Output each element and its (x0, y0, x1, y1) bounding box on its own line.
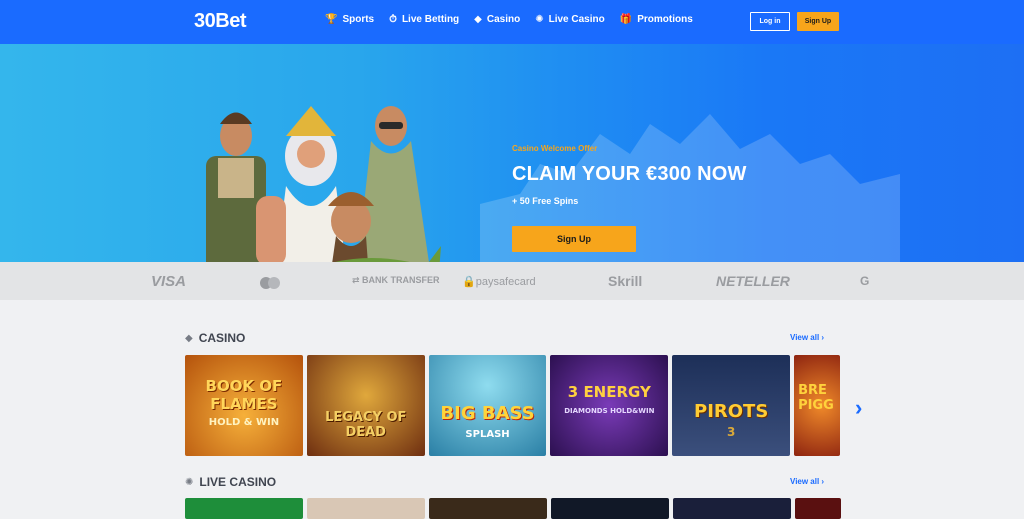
live-casino-section-title: LIVE CASINO (199, 475, 277, 489)
bank-transfer-logo: ⇄ BANK TRANSFER (352, 275, 440, 285)
roulette-icon: ✺ (535, 13, 544, 25)
game-tile-pirots-3[interactable]: PIROTS 3 (672, 355, 791, 456)
nav-sports[interactable]: 🏆 Sports (325, 14, 374, 25)
casino-section-header: ◆ CASINO (185, 331, 245, 345)
game-subtitle: 3 (726, 425, 736, 439)
casino-view-all-label: View all (790, 333, 820, 342)
nav-casino[interactable]: ◆ Casino (474, 14, 520, 25)
nav-sports-label: Sports (342, 14, 375, 25)
nav-live-betting[interactable]: ⏱ Live Betting (389, 14, 459, 25)
live-game-tile[interactable] (795, 498, 841, 519)
visa-logo: VISA (151, 273, 187, 290)
mastercard-logo (260, 276, 282, 294)
payment-methods-bar: VISA ⇄ BANK TRANSFER 🔒paysafecard Skrill… (0, 262, 1024, 300)
nav-promotions[interactable]: 🎁 Promotions (620, 14, 693, 25)
nav-live-casino[interactable]: ✺ Live Casino (535, 14, 605, 25)
live-game-tile[interactable] (307, 498, 425, 519)
game-tile-legacy-of-dead[interactable]: LEGACY OF DEAD (306, 355, 425, 456)
game-title: LEGACY OF DEAD (325, 410, 407, 440)
top-navbar: 30Bet 🏆 Sports ⏱ Live Betting ◆ Casino ✺… (0, 0, 1024, 44)
casino-view-all-link[interactable]: View all › (790, 333, 824, 342)
nav-promotions-label: Promotions (637, 14, 693, 25)
skrill-logo: Skrill (608, 273, 643, 289)
live-casino-view-all-link[interactable]: View all › (790, 477, 824, 486)
live-game-tile[interactable] (551, 498, 669, 519)
hero-title: CLAIM YOUR €300 NOW (512, 163, 747, 185)
live-game-tile[interactable] (429, 498, 547, 519)
game-title: 3 ENERGY (567, 383, 651, 401)
trophy-icon: 🏆 (325, 13, 338, 25)
nav-live-betting-label: Live Betting (401, 14, 460, 25)
diamond-icon: ◆ (185, 332, 193, 344)
live-casino-games-row (185, 498, 841, 519)
casino-section-title: CASINO (198, 331, 246, 345)
game-subtitle: HOLD & WIN (208, 417, 280, 428)
signup-button[interactable]: Sign Up (797, 12, 839, 31)
mastercard-icon (260, 277, 280, 289)
casino-games-row: BOOK OF FLAMES HOLD & WIN LEGACY OF DEAD… (185, 355, 840, 456)
chevron-right-icon[interactable]: › (855, 395, 862, 421)
login-button[interactable]: Log in (750, 12, 790, 31)
live-game-tile[interactable] (185, 498, 303, 519)
game-tile-book-of-flames[interactable]: BOOK OF FLAMES HOLD & WIN (185, 355, 303, 456)
hero-extra: + 50 Free Spins (512, 196, 579, 206)
game-tile-big-bass-splash[interactable]: BIG BASS SPLASH (428, 355, 547, 456)
hero-signup-button[interactable]: Sign Up (512, 226, 636, 252)
gift-icon: 🎁 (619, 13, 633, 25)
game-subtitle: SPLASH (465, 429, 510, 440)
game-tile-bre-pigg[interactable]: BRE PIGG (794, 355, 840, 456)
game-title: PIROTS (694, 401, 769, 422)
g-pay-logo: G (860, 274, 870, 288)
live-game-tile[interactable] (673, 498, 791, 519)
neteller-logo: NETELLER (716, 273, 790, 289)
game-subtitle: DIAMONDS HOLD&WIN (564, 407, 655, 415)
nav-live-casino-label: Live Casino (548, 14, 605, 25)
roulette-icon: ✺ (185, 476, 194, 488)
site-logo[interactable]: 30Bet (194, 10, 246, 33)
diamond-icon: ◆ (474, 13, 482, 25)
hero-characters-illustration (206, 106, 441, 262)
paysafecard-logo: 🔒paysafecard (462, 276, 536, 288)
hero-subtitle: Casino Welcome Offer (512, 144, 598, 153)
live-casino-view-all-label: View all (790, 477, 820, 486)
game-title: BIG BASS (440, 403, 535, 424)
bank-transfer-label: BANK TRANSFER (362, 275, 440, 285)
game-tile-3-energy-diamonds[interactable]: 3 ENERGY DIAMONDS HOLD&WIN (550, 355, 669, 456)
paysafecard-label: paysafecard (475, 276, 536, 288)
hero-banner: Casino Welcome Offer CLAIM YOUR €300 NOW… (0, 44, 1024, 262)
game-title: BRE PIGG (798, 383, 834, 413)
stopwatch-icon: ⏱ (389, 13, 397, 25)
main-nav: 🏆 Sports ⏱ Live Betting ◆ Casino ✺ Live … (325, 14, 693, 25)
game-title: BOOK OF FLAMES (205, 377, 283, 413)
live-casino-section-header: ✺ LIVE CASINO (185, 475, 276, 489)
nav-casino-label: Casino (486, 14, 521, 25)
